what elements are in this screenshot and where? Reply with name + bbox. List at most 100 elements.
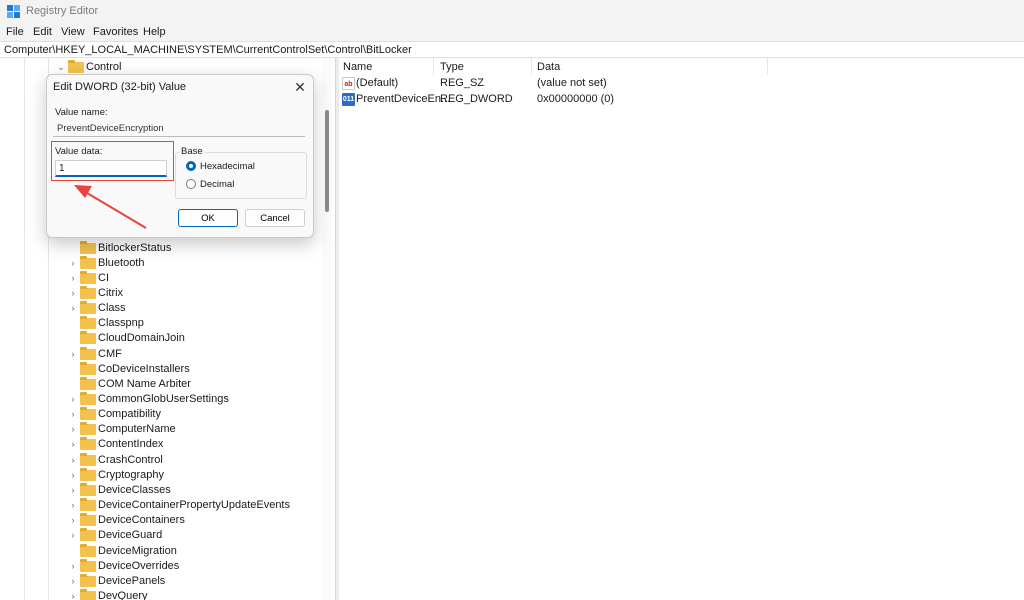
value-row-default[interactable]: ab (Default) REG_SZ (value not set) — [339, 76, 1024, 92]
tree-item-label: DeviceClasses — [98, 484, 171, 496]
value-type: REG_DWORD — [440, 93, 513, 105]
chevron-right-icon[interactable]: › — [68, 392, 78, 407]
title-bar: Registry Editor — [0, 0, 1024, 24]
tree-item-commonglobusersettings[interactable]: › CommonGlobUserSettings — [0, 392, 320, 407]
tree-item-contentindex[interactable]: › ContentIndex — [0, 437, 320, 452]
string-value-icon: ab — [342, 77, 355, 90]
column-header-data[interactable]: Data — [537, 61, 560, 73]
tree-item-com-name-arbiter[interactable]: COM Name Arbiter — [0, 377, 320, 392]
cancel-button[interactable]: Cancel — [245, 209, 305, 227]
value-name-field: PreventDeviceEncryption — [53, 121, 305, 137]
chevron-right-icon[interactable]: › — [68, 574, 78, 589]
tree-item-bluetooth[interactable]: › Bluetooth — [0, 256, 320, 271]
tree-item-bitlockerstatus[interactable]: BitlockerStatus — [0, 241, 320, 256]
tree-item-clouddomainjoin[interactable]: CloudDomainJoin — [0, 331, 320, 346]
chevron-right-icon[interactable]: › — [68, 513, 78, 528]
folder-icon — [80, 331, 96, 344]
tree-item-label: Citrix — [98, 287, 124, 299]
tree-item-label: CoDeviceInstallers — [98, 363, 190, 375]
values-list[interactable]: Name Type Data ab (Default) REG_SZ (valu… — [339, 58, 1024, 600]
tree-item-crashcontrol[interactable]: › CrashControl — [0, 453, 320, 468]
value-row-preventdeviceencryption[interactable]: 011 PreventDeviceEn... REG_DWORD 0x00000… — [339, 92, 1024, 108]
tree-item-cmf[interactable]: › CMF — [0, 347, 320, 362]
column-separator[interactable] — [767, 58, 768, 75]
chevron-right-icon[interactable]: › — [68, 301, 78, 316]
tree-item-deviceguard[interactable]: › DeviceGuard — [0, 528, 320, 543]
tree-item-compatibility[interactable]: › Compatibility — [0, 407, 320, 422]
chevron-right-icon[interactable]: › — [68, 347, 78, 362]
menu-file[interactable]: File — [6, 26, 24, 38]
tree-item-devicecontainerpropertyupdateevents[interactable]: › DeviceContainerPropertyUpdateEvents — [0, 498, 320, 513]
hexadecimal-radio[interactable] — [186, 161, 196, 171]
scrollbar-thumb[interactable] — [325, 110, 329, 212]
tree-item-citrix[interactable]: › Citrix — [0, 286, 320, 301]
value-name: (Default) — [356, 77, 399, 89]
address-path: Computer\HKEY_LOCAL_MACHINE\SYSTEM\Curre… — [4, 44, 412, 56]
highlight-box — [51, 141, 174, 181]
folder-icon — [80, 377, 96, 390]
column-separator[interactable] — [433, 58, 434, 75]
tree-item-label: Compatibility — [98, 408, 161, 420]
chevron-right-icon[interactable]: › — [68, 498, 78, 513]
decimal-radio[interactable] — [186, 179, 196, 189]
tree-item-devicepanels[interactable]: › DevicePanels — [0, 574, 320, 589]
chevron-right-icon[interactable]: › — [68, 559, 78, 574]
chevron-right-icon[interactable]: › — [68, 453, 78, 468]
chevron-right-icon[interactable]: › — [68, 589, 78, 600]
tree-item-label: ContentIndex — [98, 438, 164, 450]
column-separator[interactable] — [531, 58, 532, 75]
tree-item-label: ComputerName — [98, 423, 176, 435]
folder-icon — [80, 513, 96, 526]
folder-icon — [80, 301, 96, 314]
menu-help[interactable]: Help — [143, 26, 166, 38]
tree-item-label: BitlockerStatus — [98, 242, 172, 254]
menu-bar: File Edit View Favorites Help — [0, 24, 1024, 41]
folder-icon — [80, 316, 96, 329]
tree-item-label: Classpnp — [98, 317, 144, 329]
tree-item-devicecontainers[interactable]: › DeviceContainers — [0, 513, 320, 528]
folder-icon — [80, 468, 96, 481]
tree-item-cryptography[interactable]: › Cryptography — [0, 468, 320, 483]
menu-edit[interactable]: Edit — [33, 26, 52, 38]
tree-scrollbar[interactable] — [322, 58, 332, 600]
tree-item-codeviceinstallers[interactable]: CoDeviceInstallers — [0, 362, 320, 377]
tree-item-label: DeviceOverrides — [98, 560, 180, 572]
chevron-right-icon[interactable]: › — [68, 483, 78, 498]
chevron-right-icon[interactable]: › — [68, 437, 78, 452]
tree-item-control[interactable]: ⌄ Control — [0, 60, 320, 75]
chevron-right-icon[interactable]: › — [68, 422, 78, 437]
tree-item-computername[interactable]: › ComputerName — [0, 422, 320, 437]
tree-item-label: Class — [98, 302, 126, 314]
close-icon[interactable]: ✕ — [291, 78, 309, 96]
folder-icon — [68, 60, 84, 73]
decimal-label[interactable]: Decimal — [200, 179, 234, 190]
ok-button[interactable]: OK — [178, 209, 238, 227]
address-bar[interactable]: Computer\HKEY_LOCAL_MACHINE\SYSTEM\Curre… — [0, 41, 1024, 58]
dword-value-icon: 011 — [342, 93, 355, 106]
chevron-down-icon[interactable]: ⌄ — [56, 60, 66, 75]
chevron-right-icon[interactable]: › — [68, 271, 78, 286]
chevron-right-icon[interactable]: › — [68, 468, 78, 483]
menu-favorites[interactable]: Favorites — [93, 26, 138, 38]
chevron-right-icon[interactable]: › — [68, 256, 78, 271]
tree-item-deviceclasses[interactable]: › DeviceClasses — [0, 483, 320, 498]
folder-icon — [80, 422, 96, 435]
tree-item-deviceoverrides[interactable]: › DeviceOverrides — [0, 559, 320, 574]
folder-icon — [80, 362, 96, 375]
tree-item-label: CommonGlobUserSettings — [98, 393, 229, 405]
chevron-right-icon[interactable]: › — [68, 407, 78, 422]
column-header-type[interactable]: Type — [440, 61, 464, 73]
folder-icon — [80, 392, 96, 405]
chevron-right-icon[interactable]: › — [68, 528, 78, 543]
tree-item-ci[interactable]: › CI — [0, 271, 320, 286]
tree-item-devicemigration[interactable]: DeviceMigration — [0, 544, 320, 559]
tree-item-devquery[interactable]: › DevQuery — [0, 589, 320, 600]
tree-item-class[interactable]: › Class — [0, 301, 320, 316]
folder-icon — [80, 286, 96, 299]
hexadecimal-label[interactable]: Hexadecimal — [200, 161, 255, 172]
tree-item-label: Bluetooth — [98, 257, 145, 269]
menu-view[interactable]: View — [61, 26, 85, 38]
column-header-name[interactable]: Name — [343, 61, 372, 73]
tree-item-classpnp[interactable]: Classpnp — [0, 316, 320, 331]
chevron-right-icon[interactable]: › — [68, 286, 78, 301]
